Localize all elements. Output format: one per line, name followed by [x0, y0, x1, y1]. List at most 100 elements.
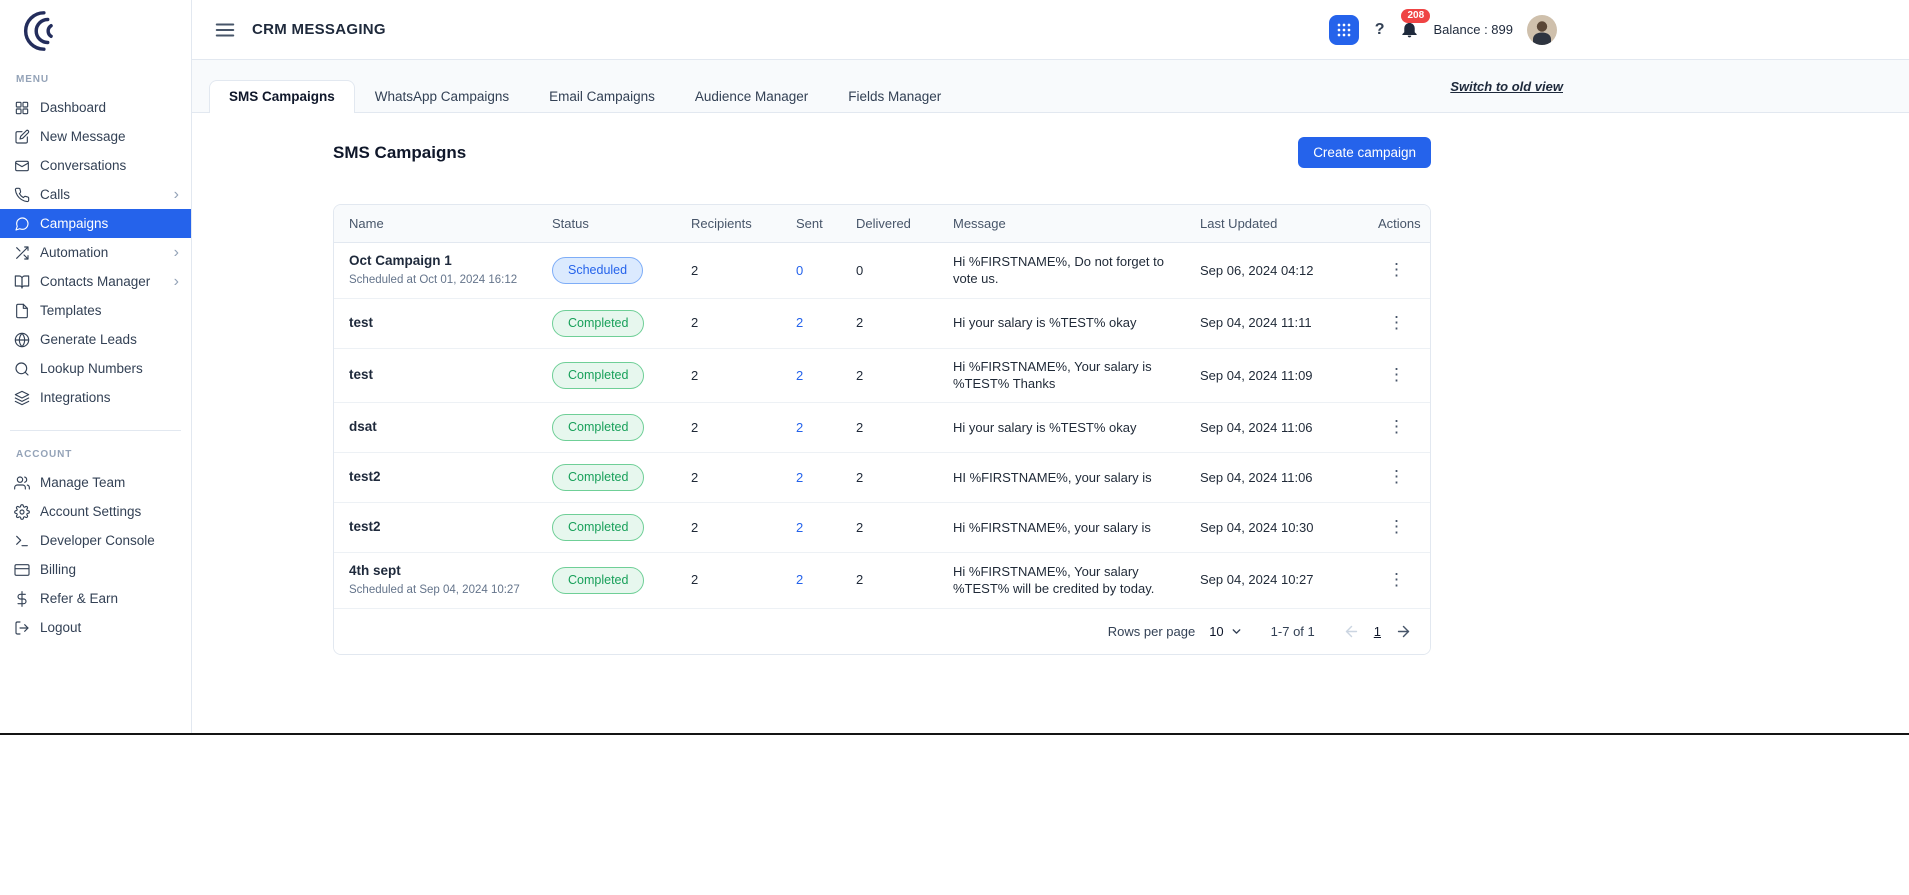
campaign-name: test [349, 315, 374, 331]
sidebar-item-generate-leads[interactable]: Generate Leads [0, 325, 191, 354]
hamburger-menu-icon[interactable] [214, 19, 236, 41]
recipients-count: 2 [691, 367, 699, 383]
sidebar-item-label: Dashboard [40, 100, 107, 115]
sidebar-item-label: Templates [40, 303, 102, 318]
sidebar-item-campaigns[interactable]: Campaigns [0, 209, 191, 238]
sidebar-item-new-message[interactable]: New Message [0, 122, 191, 151]
sidebar-item-account-settings[interactable]: Account Settings [0, 497, 191, 526]
new-message-icon [14, 129, 30, 145]
apps-grid-icon[interactable] [1328, 14, 1359, 45]
sent-count-link[interactable]: 2 [796, 420, 803, 435]
table-row: test2 Completed 2 2 2 Hi %FIRSTNAME%, yo… [334, 503, 1430, 553]
table-row: Oct Campaign 1 Scheduled at Oct 01, 2024… [334, 243, 1430, 299]
tab-strip: SMS Campaigns WhatsApp Campaigns Email C… [192, 60, 1909, 113]
sidebar-item-contacts-manager[interactable]: Contacts Manager › [0, 267, 191, 296]
status-badge: Scheduled [552, 256, 644, 284]
column-header-status: Status [552, 216, 589, 231]
tabs-container: SMS Campaigns WhatsApp Campaigns Email C… [209, 80, 961, 113]
sent-count-link[interactable]: 2 [796, 572, 803, 587]
campaign-name: test2 [349, 469, 381, 485]
campaigns-table: Name Status Recipients Sent Delivered Message… [333, 204, 1431, 655]
delivered-count: 2 [856, 419, 864, 435]
sidebar-item-label: Calls [40, 187, 71, 202]
brand-logo [0, 0, 191, 60]
status-badge: Completed [552, 361, 645, 389]
status-badge: Completed [552, 413, 645, 441]
recipients-count: 2 [691, 469, 699, 485]
sidebar-item-label: Campaigns [40, 216, 109, 231]
sidebar-item-manage-team[interactable]: Manage Team [0, 468, 191, 497]
delivered-count: 2 [856, 367, 864, 383]
kebab-menu-icon[interactable]: ⋮ [1380, 465, 1413, 488]
delivered-count: 2 [856, 519, 864, 535]
kebab-menu-icon[interactable]: ⋮ [1380, 568, 1413, 591]
delivered-count: 2 [856, 315, 864, 331]
developer-console-icon [14, 533, 30, 549]
billing-icon [14, 562, 30, 578]
content-area: SMS Campaigns Create campaign Name Status… [192, 113, 1909, 733]
recipients-count: 2 [691, 419, 699, 435]
sidebar-item-logout[interactable]: Logout [0, 613, 191, 642]
page-title: SMS Campaigns [333, 142, 467, 162]
sidebar-item-conversations[interactable]: Conversations [0, 151, 191, 180]
status-badge: Completed [552, 309, 645, 337]
sidebar-item-label: Developer Console [40, 533, 155, 548]
sidebar-item-label: Logout [40, 620, 82, 635]
switch-to-old-view-link[interactable]: Switch to old view [1450, 79, 1563, 94]
last-updated: Sep 04, 2024 11:11 [1200, 315, 1312, 331]
sidebar-item-integrations[interactable]: Integrations [0, 383, 191, 412]
sidebar-item-label: New Message [40, 129, 126, 144]
automation-icon [14, 245, 30, 261]
sidebar-item-billing[interactable]: Billing [0, 555, 191, 584]
campaigns-icon [14, 216, 30, 232]
sidebar-item-calls[interactable]: Calls › [0, 180, 191, 209]
sidebar-item-label: Generate Leads [40, 332, 137, 347]
tab-whatsapp-campaigns[interactable]: WhatsApp Campaigns [355, 80, 529, 113]
kebab-menu-icon[interactable]: ⋮ [1380, 363, 1413, 386]
user-avatar[interactable] [1527, 14, 1557, 45]
rows-per-page-select[interactable]: 10 [1209, 624, 1242, 639]
notification-bell-icon[interactable]: 208 [1400, 9, 1431, 39]
status-badge: Completed [552, 513, 645, 541]
recipients-count: 2 [691, 572, 699, 588]
sent-count-link[interactable]: 2 [796, 470, 803, 485]
tab-sms-campaigns[interactable]: SMS Campaigns [209, 80, 355, 113]
contacts-manager-icon [14, 274, 30, 290]
chevron-right-icon: › [173, 243, 179, 261]
next-page-arrow-icon[interactable] [1395, 623, 1412, 640]
sidebar-item-dashboard[interactable]: Dashboard [0, 93, 191, 122]
sidebar-item-refer-earn[interactable]: Refer & Earn [0, 584, 191, 613]
table-body: Oct Campaign 1 Scheduled at Oct 01, 2024… [334, 243, 1430, 609]
account-nav: Manage Team Account Settings Developer C… [0, 468, 191, 642]
column-header-message: Message [953, 216, 1006, 231]
sidebar-item-label: Billing [40, 562, 77, 577]
create-campaign-button[interactable]: Create campaign [1298, 137, 1431, 168]
sent-count-link[interactable]: 2 [796, 315, 803, 330]
kebab-menu-icon[interactable]: ⋮ [1380, 515, 1413, 538]
help-icon[interactable]: ? [1373, 21, 1387, 39]
sidebar-item-automation[interactable]: Automation › [0, 238, 191, 267]
kebab-menu-icon[interactable]: ⋮ [1380, 415, 1413, 438]
manage-team-icon [14, 475, 30, 491]
tab-label: WhatsApp Campaigns [374, 89, 510, 104]
sidebar-item-developer-console[interactable]: Developer Console [0, 526, 191, 555]
tab-email-campaigns[interactable]: Email Campaigns [529, 80, 675, 113]
dashboard-icon [14, 100, 30, 116]
sidebar-divider [10, 430, 181, 431]
page-number[interactable]: 1 [1374, 624, 1381, 639]
last-updated: Sep 06, 2024 04:12 [1200, 262, 1314, 278]
sent-count-link[interactable]: 2 [796, 368, 803, 383]
sent-count-link[interactable]: 0 [796, 263, 803, 278]
previous-page-arrow-icon[interactable] [1343, 623, 1360, 640]
column-header-last-updated: Last Updated [1200, 216, 1278, 231]
sidebar-item-templates[interactable]: Templates [0, 296, 191, 325]
calls-icon [14, 187, 30, 203]
rows-per-page-label: Rows per page [1107, 623, 1196, 639]
kebab-menu-icon[interactable]: ⋮ [1380, 258, 1413, 281]
sidebar-item-lookup-numbers[interactable]: Lookup Numbers [0, 354, 191, 383]
main-area: CRM MESSAGING ? 208 Balance : 899 SMS Ca… [192, 0, 1909, 733]
kebab-menu-icon[interactable]: ⋮ [1380, 311, 1413, 334]
tab-audience-manager[interactable]: Audience Manager [675, 80, 828, 113]
tab-fields-manager[interactable]: Fields Manager [828, 80, 961, 113]
sent-count-link[interactable]: 2 [796, 520, 803, 535]
